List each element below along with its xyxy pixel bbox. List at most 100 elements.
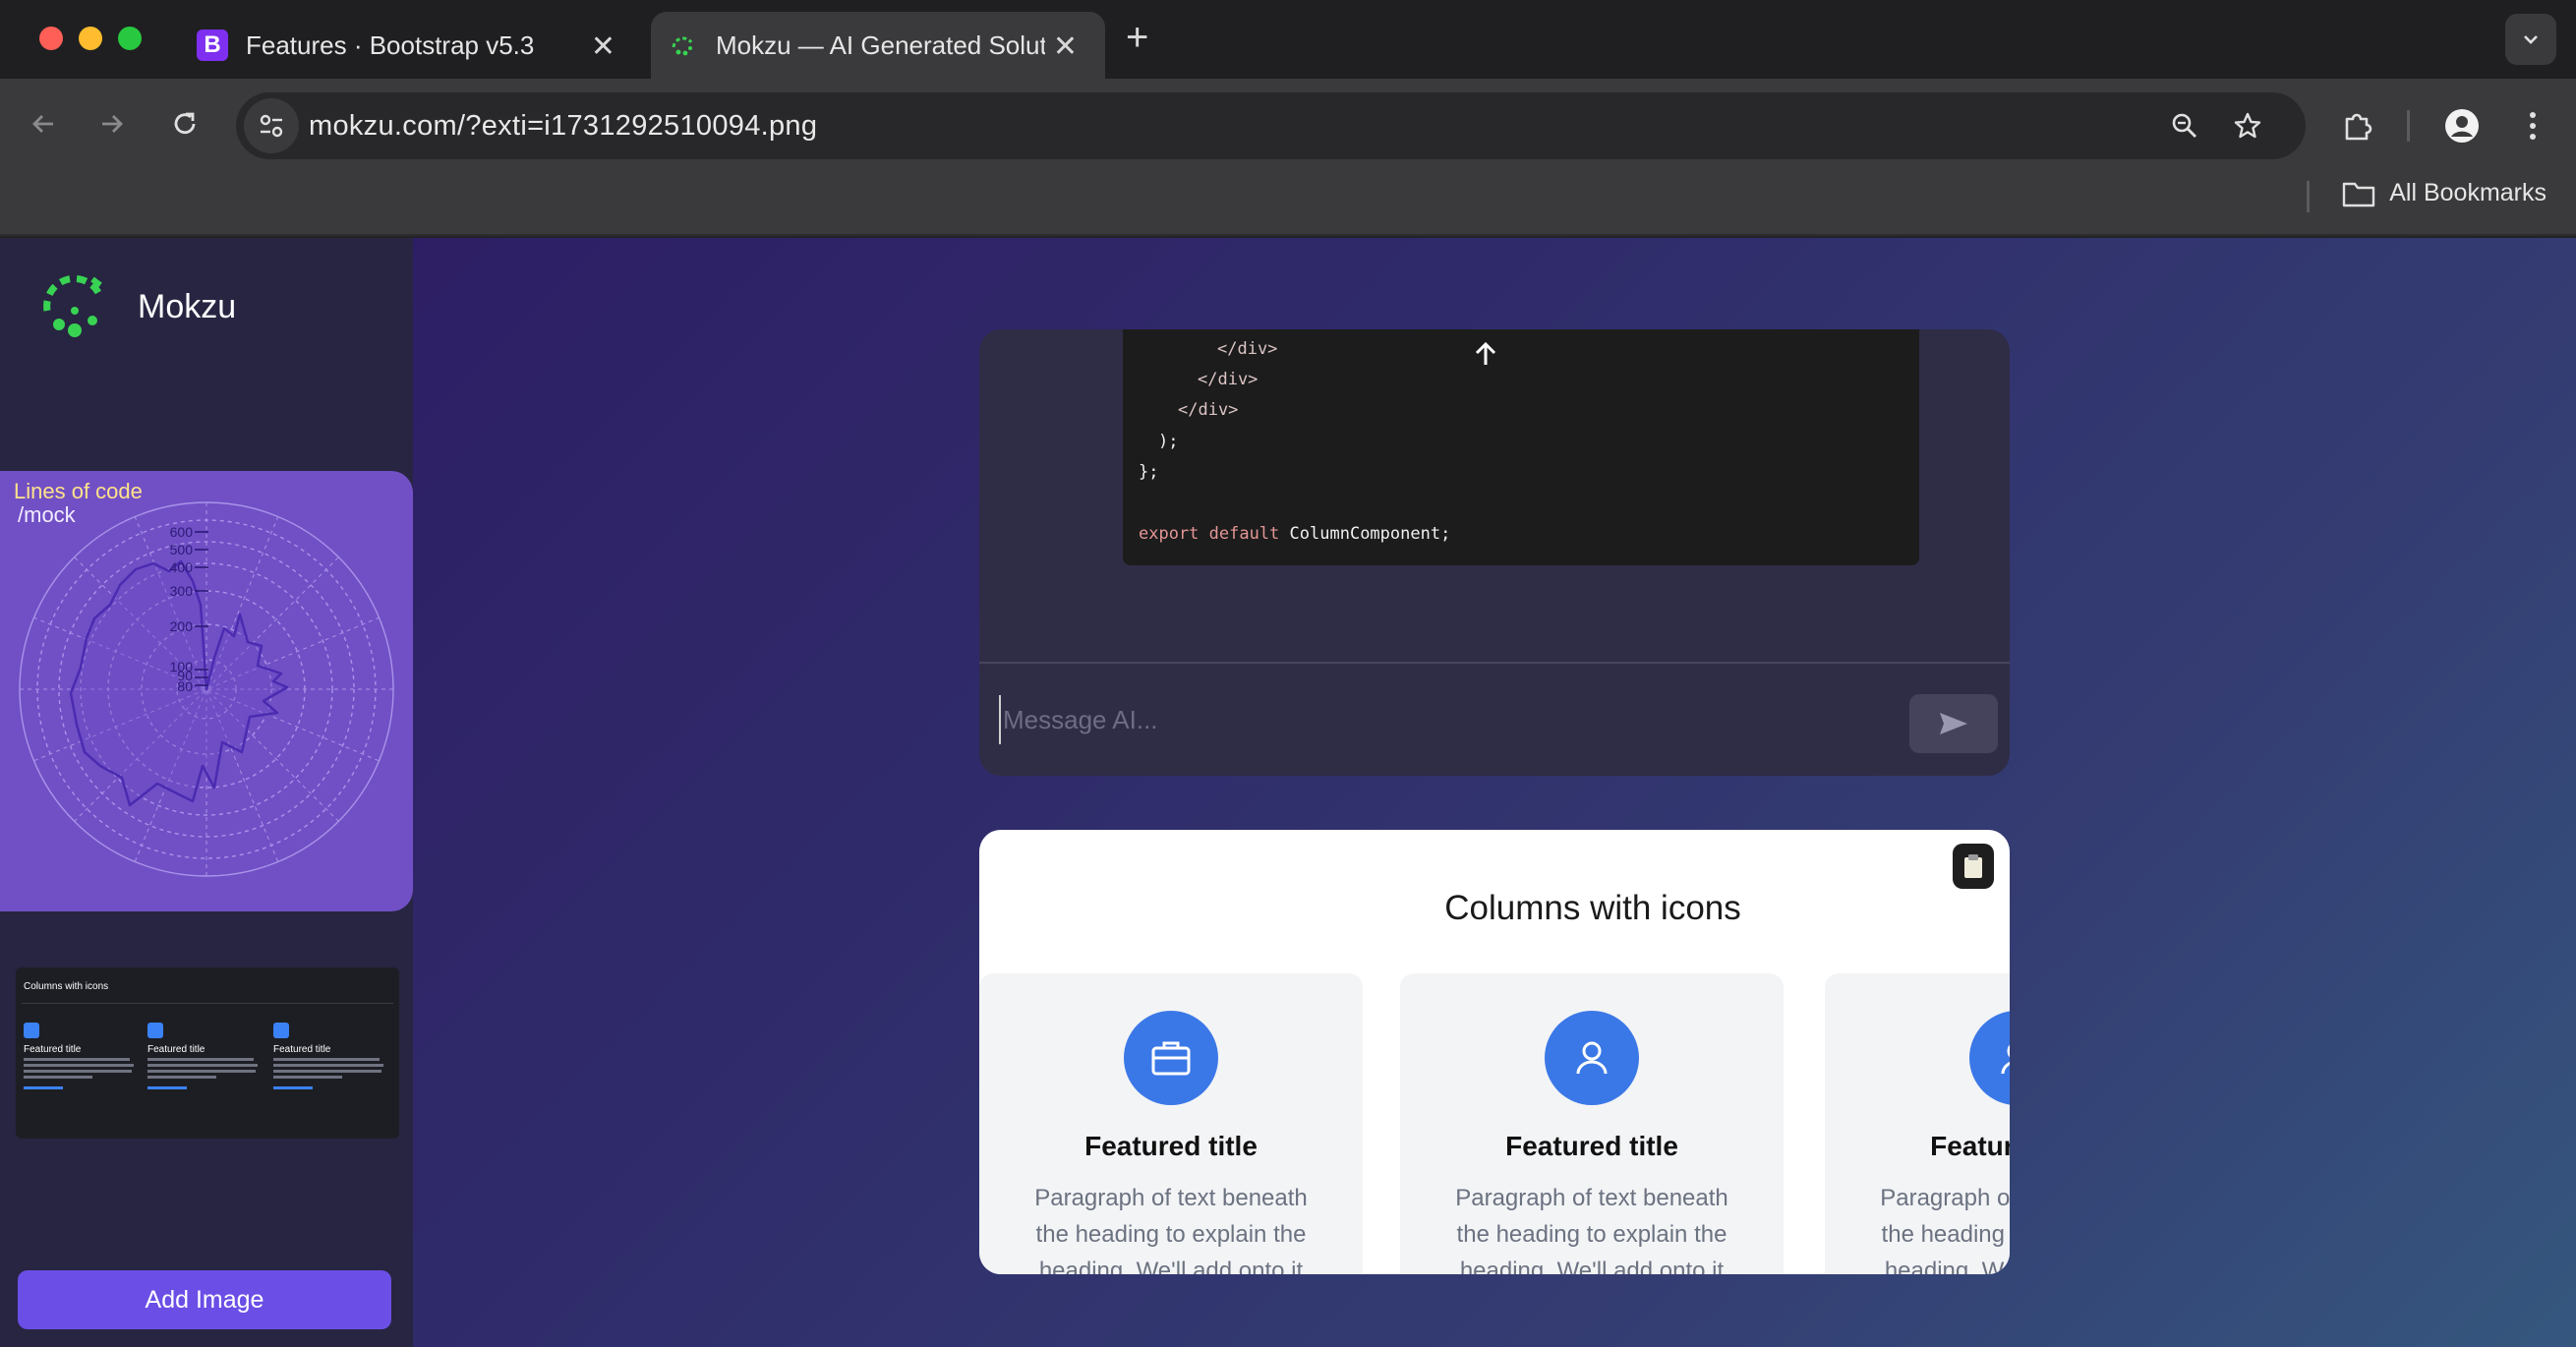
send-button[interactable] (1909, 694, 1998, 753)
browser-menu-button[interactable] (2513, 106, 2552, 146)
sidebar: Mokzu 600 500 400 300 200 100 90 80 Line… (0, 238, 413, 1347)
chevron-down-icon (2524, 35, 2538, 44)
thumb-feature-title: Featured title (24, 1044, 82, 1055)
feature-card: Featured title Paragraph of text beneath… (1400, 973, 1784, 1274)
brand[interactable]: Mokzu (35, 267, 236, 346)
reload-icon (174, 112, 196, 135)
clipboard-icon (1964, 854, 1982, 878)
chat-divider (979, 662, 2010, 664)
more-vertical-icon (2530, 112, 2536, 140)
radial-tick-label: 200 (170, 618, 194, 634)
chart-caption-sub: /mock (18, 502, 76, 527)
code-line: </div> (1198, 370, 1259, 389)
bookmarks-divider (2307, 181, 2310, 212)
thumb-feature-title: Featured title (273, 1044, 331, 1055)
tab-bar: B Features · Bootstrap v5.3 ✕ Mokzu — AI… (0, 0, 2576, 79)
feature-card: Featured title Paragraph of text beneath… (979, 973, 1363, 1274)
preview-title: Columns with icons (1444, 889, 1741, 927)
feature-title: Featured title (1505, 1131, 1678, 1161)
feature-paragraph: Paragraph of text beneath the heading to… (1455, 1185, 1728, 1274)
send-icon (1940, 713, 1967, 734)
back-button[interactable] (22, 102, 65, 146)
star-icon (2234, 112, 2261, 139)
columns-thumbnail[interactable]: Columns with icons Featured title Featur… (16, 967, 399, 1139)
zoom-window-button[interactable] (118, 27, 142, 50)
all-bookmarks-button[interactable]: All Bookmarks (2342, 179, 2547, 207)
person-icon (273, 1023, 289, 1038)
briefcase-icon (1151, 1041, 1191, 1076)
mokzu-logo-icon (43, 274, 104, 337)
site-info-button[interactable] (244, 98, 299, 153)
radial-tick-label: 400 (170, 559, 194, 575)
person-icon (2001, 1044, 2010, 1075)
zoom-button[interactable] (2165, 106, 2204, 146)
briefcase-icon (24, 1023, 39, 1038)
brand-name: Mokzu (138, 287, 237, 325)
chart-thumbnail[interactable]: 600 500 400 300 200 100 90 80 Lines of c… (0, 471, 413, 911)
radial-tick-label: 500 (170, 542, 194, 557)
preview-card: Columns with icons Featured title Paragr… (979, 830, 2010, 1274)
bookmark-star-button[interactable] (2228, 106, 2267, 146)
all-bookmarks-label: All Bookmarks (2389, 179, 2547, 206)
chart-caption: Lines of code (14, 479, 143, 503)
arrow-up-icon (1475, 341, 1496, 365)
feature-icon-circle (1545, 1011, 1639, 1105)
code-keyword: export default (1139, 524, 1280, 544)
minimize-window-button[interactable] (79, 27, 102, 50)
thumb-feature-column: Featured title (147, 1023, 262, 1089)
close-window-button[interactable] (39, 27, 63, 50)
code-block: </div> </div> </div> ); }; export defaul… (1123, 329, 1919, 565)
arrow-right-icon (102, 115, 123, 133)
add-image-button[interactable]: Add Image (18, 1270, 391, 1329)
code-line: }; (1139, 462, 1159, 482)
tab-search-button[interactable] (2505, 14, 2556, 65)
thumb-feature-title: Featured title (147, 1044, 205, 1055)
copy-button[interactable] (1953, 844, 1994, 889)
zoom-icon (2172, 113, 2196, 138)
tab-title: Mokzu — AI Generated Solutions (716, 29, 1045, 60)
browser-toolbar: mokzu.com/?exti=i1731292510094.png All B… (0, 79, 2576, 236)
thumb-feature-column: Featured title (273, 1023, 387, 1089)
extensions-button[interactable] (2338, 106, 2377, 146)
radial-tick-label: 600 (170, 524, 194, 540)
chat-panel: </div> </div> </div> ); }; export defaul… (979, 329, 2010, 776)
feature-paragraph: Paragraph of text beneath the heading to… (1880, 1185, 2010, 1274)
address-bar[interactable]: mokzu.com/?exti=i1731292510094.png (236, 92, 2306, 159)
feature-icon-circle (1124, 1011, 1218, 1105)
person-icon (147, 1023, 163, 1038)
feature-title: Featured title (1930, 1131, 2010, 1161)
radial-tick-label: 300 (170, 583, 194, 599)
url-text[interactable]: mokzu.com/?exti=i1731292510094.png (309, 110, 817, 143)
person-icon (1576, 1041, 1608, 1075)
forward-button[interactable] (90, 102, 134, 146)
tab-bootstrap[interactable]: B Features · Bootstrap v5.3 ✕ (181, 12, 643, 79)
scroll-to-top-button[interactable] (1471, 339, 1500, 374)
close-tab-icon[interactable]: ✕ (591, 29, 615, 64)
code-identifier: ColumnComponent; (1289, 524, 1451, 544)
tab-title: Features · Bootstrap v5.3 (246, 29, 535, 60)
puzzle-icon (2345, 113, 2372, 141)
close-tab-icon[interactable]: ✕ (1053, 29, 1078, 64)
feature-title: Featured title (1084, 1131, 1258, 1161)
bootstrap-favicon-icon: B (197, 29, 228, 61)
reload-button[interactable] (163, 102, 206, 146)
code-line: </div> (1217, 339, 1278, 359)
code-line: ); (1158, 432, 1179, 451)
tab-mokzu[interactable]: Mokzu — AI Generated Solutions ✕ (651, 12, 1105, 79)
folder-icon (2343, 182, 2375, 206)
toolbar-divider (2407, 110, 2410, 142)
feature-icon-circle (1969, 1011, 2010, 1105)
thumb-title: Columns with icons (24, 981, 109, 992)
arrow-left-icon (32, 115, 53, 133)
tune-icon (260, 114, 283, 138)
mokzu-favicon-icon (667, 29, 698, 61)
feature-card: Featured title Paragraph of text beneath… (1825, 973, 2010, 1274)
code-line: </div> (1178, 400, 1239, 420)
code-line: export default ColumnComponent; (1139, 524, 1450, 544)
feature-paragraph: Paragraph of text beneath the heading to… (1034, 1185, 1308, 1274)
new-tab-button[interactable]: + (1126, 16, 1148, 60)
message-input[interactable] (999, 695, 1884, 744)
profile-button[interactable] (2442, 106, 2482, 146)
radial-tick-label: 80 (177, 678, 193, 694)
avatar-icon (2445, 109, 2479, 143)
